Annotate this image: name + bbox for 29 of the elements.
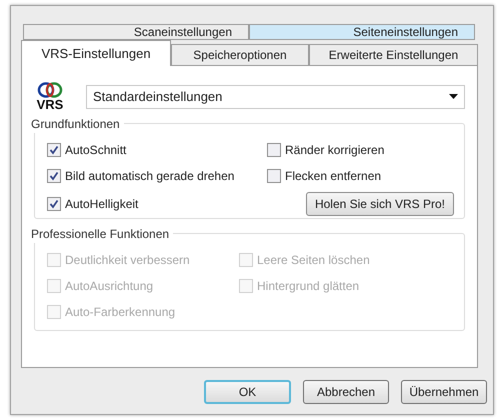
tab[interactable]: VRS-Einstellungen bbox=[21, 40, 171, 66]
get-pro-button[interactable]: Holen Sie sich VRS Pro! bbox=[306, 192, 454, 216]
tab[interactable]: Speicheroptionen bbox=[171, 44, 309, 66]
dialog-button[interactable]: Abbrechen bbox=[303, 380, 389, 404]
dialog-button[interactable]: OK bbox=[204, 380, 291, 404]
checkbox-label: AutoHelligkeit bbox=[65, 196, 138, 213]
checkbox-label: Ränder korrigieren bbox=[285, 142, 384, 158]
checkbox-label: Hintergrund glätten bbox=[257, 278, 360, 294]
checkbox-label: AutoSchnitt bbox=[65, 142, 126, 158]
tab[interactable]: Seiteneinstellungen bbox=[249, 24, 475, 40]
logo-rings-icon bbox=[37, 82, 63, 98]
logo-text: VRS bbox=[36, 98, 64, 111]
profile-dropdown[interactable]: Standardeinstellungen bbox=[86, 84, 465, 108]
tab[interactable]: Scaneinstellungen bbox=[23, 24, 249, 40]
checkbox[interactable] bbox=[47, 197, 61, 211]
dropdown-arrow-icon bbox=[449, 94, 458, 99]
checkbox-label: Auto-Farberkennung bbox=[65, 304, 176, 320]
checkbox[interactable] bbox=[267, 168, 281, 182]
checkbox[interactable] bbox=[47, 168, 61, 182]
checkbox[interactable] bbox=[267, 142, 281, 156]
dialog-button[interactable]: Übernehmen bbox=[401, 380, 487, 404]
checkbox-label: AutoAusrichtung bbox=[65, 278, 154, 294]
checkbox-label: Bild automatisch gerade drehen bbox=[65, 168, 234, 184]
tab[interactable]: Erweiterte Einstellungen bbox=[309, 44, 478, 66]
checkbox-label: Flecken entfernen bbox=[285, 168, 382, 184]
checkbox-label: Leere Seiten löschen bbox=[257, 252, 370, 268]
checkbox[interactable] bbox=[47, 142, 61, 156]
dropdown-value: Standardeinstellungen bbox=[93, 88, 222, 106]
checkbox-label: Deutlichkeit verbessern bbox=[65, 252, 190, 268]
